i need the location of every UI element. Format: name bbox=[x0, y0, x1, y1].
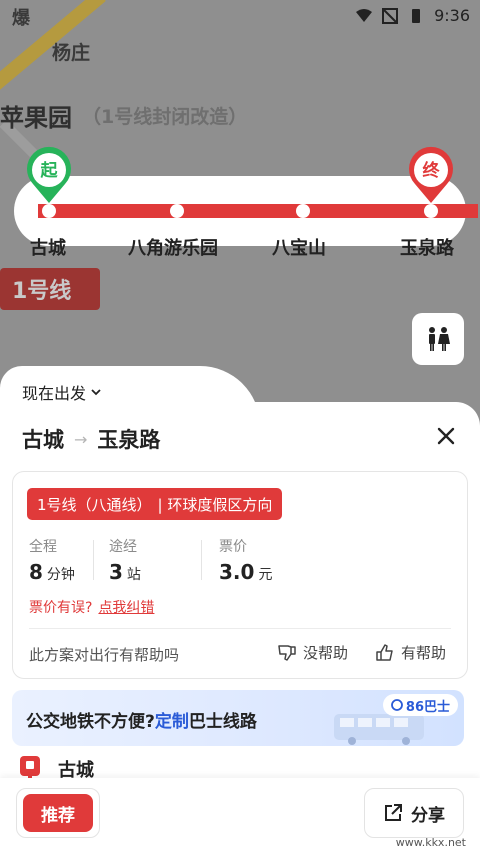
map-corner-label: 爆 bbox=[12, 8, 30, 29]
stat-unit: 站 bbox=[126, 567, 141, 583]
route-card[interactable]: 1号线（八通线） | 环球度假区方向 全程 8 分钟 途经 3站 票价 3.0 元 … bbox=[12, 471, 468, 679]
share-icon bbox=[385, 804, 402, 821]
helpful-label: 有帮助 bbox=[401, 644, 447, 662]
banner-logo: 86巴士 bbox=[382, 694, 458, 716]
recommend-label: 推荐 bbox=[23, 794, 93, 832]
toilet-icon bbox=[429, 327, 450, 351]
fare-correct-link[interactable]: 点我纠错 bbox=[98, 600, 154, 616]
map-station-yangzhuang: 杨庄 bbox=[52, 42, 91, 64]
wifi-icon bbox=[356, 8, 373, 22]
recommend-button[interactable]: 推荐 bbox=[16, 788, 100, 838]
line-direction: | 环球度假区方向 bbox=[157, 495, 273, 514]
battery-icon bbox=[412, 8, 421, 23]
stat-unit: 元 bbox=[258, 567, 273, 583]
banner-text-1: 公交地铁不方便? bbox=[26, 712, 155, 732]
depart-time-selector[interactable]: 现在出发 bbox=[22, 380, 102, 404]
map-station-pingguoyuan: 苹果园 bbox=[0, 104, 72, 132]
origin-label: 古城 bbox=[22, 428, 64, 452]
arrow-right-icon: → bbox=[74, 429, 88, 449]
end-pin: 终 bbox=[407, 146, 455, 204]
no-signal-icon bbox=[382, 7, 399, 24]
route-line bbox=[38, 204, 478, 218]
feedback-question: 此方案对出行有帮助吗 bbox=[29, 646, 180, 664]
stat-divider bbox=[93, 540, 94, 580]
fare-error-text: 票价有误? bbox=[29, 600, 93, 616]
route-stop-label: 八角游乐园 bbox=[128, 238, 218, 259]
status-bar: 9:36 bbox=[356, 6, 470, 25]
watermark: www.kkx.net bbox=[395, 836, 466, 849]
route-stop-label: 古城 bbox=[30, 238, 66, 259]
share-label: 分享 bbox=[411, 805, 445, 826]
route-stop-label: 八宝山 bbox=[272, 238, 326, 259]
map-line-badge: 1号线 bbox=[0, 268, 100, 310]
stat-duration: 全程 8 分钟 bbox=[29, 536, 75, 584]
stat-label: 途经 bbox=[109, 539, 137, 555]
logo-icon bbox=[391, 699, 403, 711]
share-button[interactable]: 分享 bbox=[364, 788, 464, 838]
card-divider bbox=[29, 628, 451, 629]
close-icon[interactable] bbox=[434, 424, 458, 448]
stat-unit: 分钟 bbox=[46, 567, 75, 583]
custom-bus-banner[interactable]: 公交地铁不方便?定制巴士线路 86巴士 bbox=[12, 690, 464, 746]
toilet-button[interactable] bbox=[412, 313, 464, 365]
stat-divider bbox=[201, 540, 202, 580]
thumbs-up-icon bbox=[376, 643, 393, 661]
start-pin-label: 起 bbox=[40, 161, 58, 181]
origin-destination: 古城 → 玉泉路 bbox=[22, 424, 160, 454]
stat-value: 8 bbox=[29, 560, 43, 584]
depart-time-label: 现在出发 bbox=[22, 384, 87, 403]
stat-value: 3 bbox=[109, 560, 123, 584]
stat-stops: 途经 3站 bbox=[109, 536, 141, 584]
fare-error-row: 票价有误? 点我纠错 bbox=[29, 597, 154, 617]
bottom-action-bar: 推荐 分享 www.kkx.net bbox=[0, 778, 480, 853]
start-pin: 起 bbox=[25, 146, 73, 204]
line-name: 1号线（八通线） bbox=[37, 495, 152, 514]
stat-value: 3.0 bbox=[219, 560, 255, 584]
banner-logo-text: 86巴士 bbox=[405, 699, 450, 715]
stat-fare: 票价 3.0 元 bbox=[219, 536, 272, 584]
not-helpful-button[interactable]: 没帮助 bbox=[277, 642, 348, 663]
stop-dot bbox=[170, 204, 184, 218]
stop-dot bbox=[42, 204, 56, 218]
stop-dot bbox=[424, 204, 438, 218]
status-time: 9:36 bbox=[434, 6, 470, 25]
banner-text-highlight: 定制 bbox=[154, 712, 189, 732]
stat-label: 全程 bbox=[29, 539, 57, 555]
not-helpful-label: 没帮助 bbox=[303, 644, 349, 662]
chevron-down-icon bbox=[91, 389, 101, 396]
helpful-button[interactable]: 有帮助 bbox=[375, 642, 446, 663]
stat-label: 票价 bbox=[219, 539, 247, 555]
thumbs-down-icon bbox=[278, 644, 296, 661]
map-closure-note: （1号线封闭改造） bbox=[82, 106, 248, 128]
end-pin-label: 终 bbox=[422, 161, 440, 181]
route-stop-label: 玉泉路 bbox=[400, 238, 454, 259]
stop-dot bbox=[296, 204, 310, 218]
banner-text-2: 巴士线路 bbox=[188, 712, 257, 732]
line-tag: 1号线（八通线） | 环球度假区方向 bbox=[27, 488, 283, 520]
banner-text: 公交地铁不方便?定制巴士线路 bbox=[26, 707, 257, 732]
destination-label: 玉泉路 bbox=[97, 428, 161, 452]
